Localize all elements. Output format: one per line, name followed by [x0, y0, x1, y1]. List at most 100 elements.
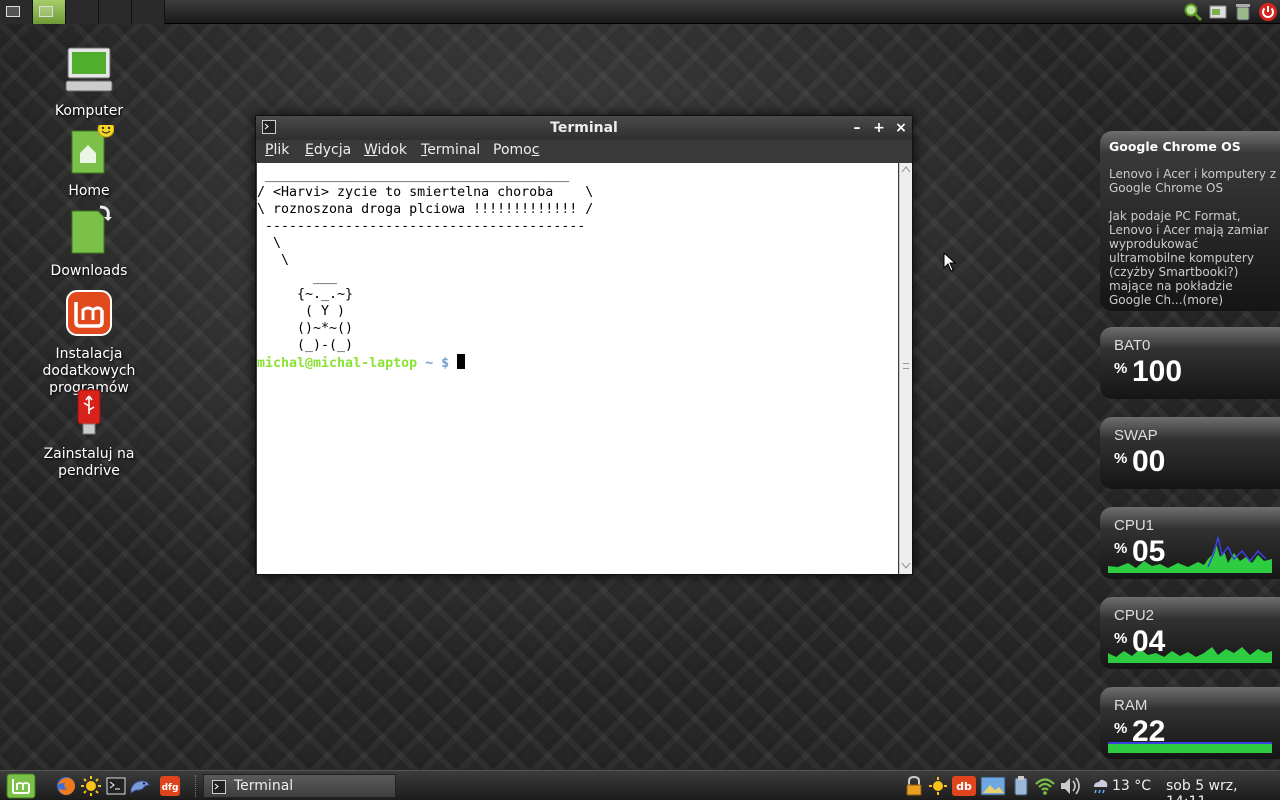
power-icon[interactable]: [1258, 2, 1278, 22]
menu-edycja[interactable]: Edycja: [305, 142, 351, 158]
workspace-2[interactable]: [33, 0, 66, 24]
scrollbar[interactable]: [899, 163, 912, 574]
home-folder-icon: [71, 120, 115, 174]
news-body: Lenovo i Acer i komputery z Google Chrom…: [1109, 167, 1277, 307]
terminal-launcher-icon[interactable]: [105, 775, 127, 797]
terminal-output[interactable]: ______________________________________ / …: [257, 163, 898, 574]
desktop-icon-install-programs[interactable]: Instalacja dodatkowych programów: [39, 288, 139, 397]
taskbar-item-terminal[interactable]: Terminal: [203, 774, 396, 798]
terminal-line: ----------------------------------------: [257, 219, 586, 234]
monitor-value: 04: [1132, 625, 1166, 658]
sun-app-icon[interactable]: [80, 775, 102, 797]
workspace-1[interactable]: [0, 0, 33, 24]
terminal-line: (_)-(_): [257, 338, 354, 353]
window-thumbnail-icon: [39, 6, 53, 17]
clock[interactable]: sob 5 wrz, 14:11: [1166, 778, 1280, 800]
menu-terminal[interactable]: Terminal: [421, 142, 480, 158]
firefox-icon[interactable]: [55, 775, 77, 797]
terminal-line: ()~*~(): [257, 321, 354, 336]
desktop-icon-computer[interactable]: Komputer: [39, 45, 139, 120]
desktop-icon-label: Home: [68, 183, 110, 199]
lock-icon[interactable]: [903, 775, 925, 797]
desktop-icon-home[interactable]: Home: [39, 120, 139, 200]
scrollbar-grip[interactable]: [903, 363, 909, 369]
monitor-percent-sign: %: [1114, 540, 1128, 557]
terminal-line: \ roznoszona droga plciowa !!!!!!!!!!!!!…: [257, 202, 594, 217]
scroll-down-arrow-icon[interactable]: [901, 562, 911, 570]
mouse-pointer-icon: [943, 252, 957, 272]
monitor-percent-sign: %: [1114, 360, 1128, 377]
linux-mint-logo-icon: [66, 290, 112, 336]
monitor-percent-sign: %: [1114, 450, 1128, 467]
redshift-sun-icon[interactable]: [927, 775, 949, 797]
monitor-value: 100: [1132, 355, 1183, 388]
taskbar-item-label: Terminal: [234, 778, 294, 794]
desktop-icon-label: Downloads: [50, 263, 128, 279]
svg-text:dfg: dfg: [162, 783, 179, 793]
workspace-5[interactable]: [132, 0, 165, 24]
desktop-icon-install-pendrive[interactable]: Zainstaluj na pendrive: [39, 388, 139, 480]
cpu1-monitor: CPU1 % 05: [1100, 507, 1280, 579]
monitor-value: 22: [1132, 715, 1166, 748]
terminal-window: Terminal – + × Plik Edycja Widok Termina…: [255, 115, 913, 575]
monitor-percent-sign: %: [1114, 720, 1128, 737]
news-widget[interactable]: Google Chrome OS Lenovo i Acer i kompute…: [1100, 131, 1280, 311]
desktop-icon-downloads[interactable]: Downloads: [39, 205, 139, 280]
top-panel: [0, 0, 1280, 24]
trash-icon[interactable]: [1233, 2, 1253, 22]
terminal-text: ______________________________________ / …: [257, 167, 593, 372]
monitor-value: 05: [1132, 535, 1166, 568]
news-text: Lenovo i Acer i komputery z Google Chrom…: [1109, 167, 1277, 307]
menu-plik[interactable]: Plik: [265, 142, 289, 158]
terminal-line: ___: [257, 270, 338, 285]
menu-widok[interactable]: Widok: [364, 142, 407, 158]
volume-icon[interactable]: [1058, 775, 1084, 797]
menu-pomoc[interactable]: Pomoc: [493, 142, 539, 158]
terminal-line: / <Harvi> zycie to smiertelna choroba \: [257, 185, 594, 200]
swap-monitor: SWAP % 00: [1100, 417, 1280, 489]
terminal-line: \: [257, 236, 282, 251]
terminal-line: \: [257, 253, 290, 268]
clipboard-icon[interactable]: [1010, 775, 1032, 797]
desktop-icon-label: Komputer: [54, 103, 124, 119]
minimize-button[interactable]: –: [848, 119, 866, 137]
office-app-icon[interactable]: dfg: [159, 775, 181, 797]
monitor-label: SWAP: [1114, 427, 1158, 444]
workspace-3[interactable]: [66, 0, 99, 24]
monitor-value: 00: [1132, 445, 1166, 478]
image-viewer-icon[interactable]: [980, 775, 1006, 797]
desktop-icon-label: Zainstaluj na pendrive: [43, 446, 135, 479]
computer-icon: [65, 47, 113, 92]
monitor-percent-sign: %: [1114, 630, 1128, 647]
terminal-line: ( Y ): [257, 304, 346, 319]
terminal-line: {~._.~}: [257, 287, 354, 302]
terminal-line: ______________________________________: [257, 168, 570, 183]
wifi-icon[interactable]: [1034, 775, 1056, 797]
monitor-label: CPU1: [1114, 517, 1155, 534]
window-thumbnail-icon: [6, 6, 20, 17]
news-title[interactable]: Google Chrome OS: [1109, 139, 1241, 154]
weather-temperature[interactable]: 13 °C: [1112, 778, 1151, 794]
terminal-menubar: Plik Edycja Widok Terminal Pomoc: [256, 140, 912, 162]
weather-icon[interactable]: [1091, 775, 1109, 797]
prompt-line[interactable]: michal@michal-laptop ~ $: [257, 354, 593, 372]
terminal-titlebar[interactable]: Terminal – + ×: [256, 116, 912, 140]
text-cursor: [457, 354, 466, 369]
workspace-4[interactable]: [99, 0, 132, 24]
bottom-panel: dfg Terminal db 13 °C sob 5 wrz,: [0, 770, 1280, 800]
svg-text:db: db: [956, 780, 972, 793]
bat0-monitor: BAT0 % 100: [1100, 327, 1280, 399]
main-menu-icon[interactable]: [6, 773, 36, 799]
search-icon[interactable]: [1183, 2, 1203, 22]
prompt-dir: ~ $: [417, 356, 458, 371]
show-desktop-icon[interactable]: [1208, 2, 1228, 22]
scroll-up-arrow-icon[interactable]: [901, 165, 911, 173]
dropbox-icon[interactable]: db: [951, 775, 977, 797]
usb-drive-icon: [77, 389, 101, 435]
monitor-label: BAT0: [1114, 337, 1151, 354]
maximize-button[interactable]: +: [870, 119, 888, 137]
prompt-user: michal@michal-laptop: [257, 356, 418, 371]
monitor-label: RAM: [1114, 697, 1148, 714]
pidgin-icon[interactable]: [128, 775, 150, 797]
close-button[interactable]: ×: [892, 119, 910, 137]
